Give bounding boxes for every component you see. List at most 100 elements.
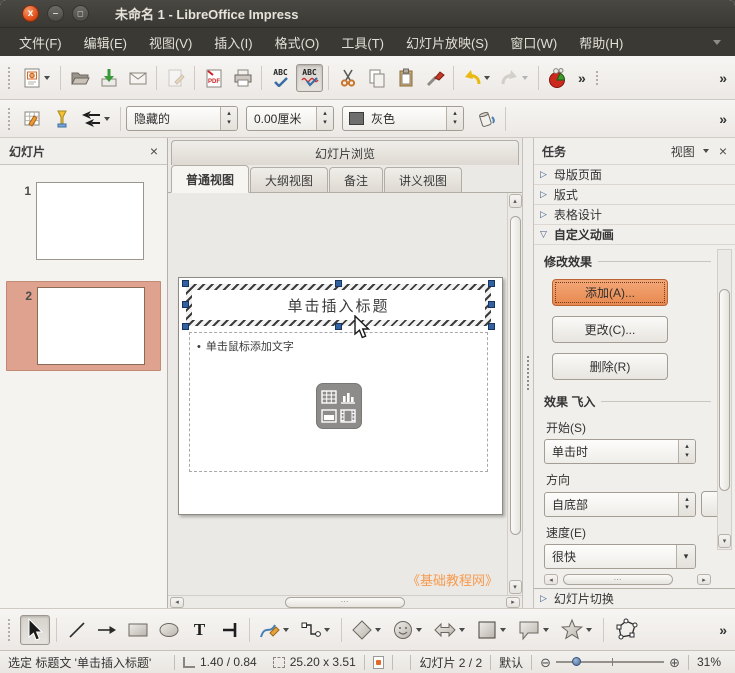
menu-help[interactable]: 帮助(H): [568, 28, 634, 57]
menu-edit[interactable]: 编辑(E): [73, 28, 138, 57]
vertical-text-tool-button[interactable]: [216, 616, 243, 644]
edit-points-button[interactable]: [610, 616, 642, 644]
splitter-grip[interactable]: [527, 356, 529, 390]
slide-canvas[interactable]: 单击插入标题 • 单击鼠标添加文字: [178, 277, 503, 515]
zoom-in-icon[interactable]: ⊕: [669, 656, 680, 669]
master-style-status[interactable]: 默认: [491, 654, 531, 671]
callouts-dropdown-icon[interactable]: [543, 627, 549, 632]
spin-down-icon[interactable]: ▾: [685, 452, 689, 460]
clone-formatting-button[interactable]: [421, 64, 448, 92]
scrollbar-track[interactable]: [509, 209, 522, 579]
line-style-combobox[interactable]: 隐藏的 ▴ ▾: [126, 106, 238, 131]
symbol-shapes-button[interactable]: [389, 616, 427, 644]
new-presentation-button[interactable]: [19, 64, 55, 92]
spin-up-icon[interactable]: ▴: [685, 496, 689, 504]
basic-shapes-dropdown-icon[interactable]: [375, 627, 381, 632]
toolbar-grip[interactable]: [595, 70, 601, 85]
area-style-button[interactable]: [472, 105, 500, 133]
start-spinner[interactable]: ▴ ▾: [678, 440, 695, 463]
block-arrows-button[interactable]: [430, 616, 470, 644]
speed-dropdown-icon[interactable]: ▾: [676, 545, 695, 568]
tasks-vertical-scrollbar[interactable]: ▾: [717, 249, 732, 550]
curve-tool-button[interactable]: [256, 616, 294, 644]
scrollbar-track[interactable]: ⋯: [186, 596, 504, 608]
title-placeholder[interactable]: 单击插入标题: [182, 280, 495, 330]
stars-button[interactable]: [557, 616, 597, 644]
grid-button[interactable]: [19, 105, 46, 133]
speed-dropdown[interactable]: 很快 ▾: [544, 544, 696, 569]
spin-down-icon[interactable]: ▾: [227, 119, 231, 127]
tab-slide-sorter[interactable]: 幻灯片浏览: [171, 140, 519, 165]
direction-spinner[interactable]: ▴ ▾: [678, 492, 695, 516]
slide-number-status[interactable]: 幻灯片 2 / 2: [411, 654, 490, 671]
undo-dropdown-icon[interactable]: [484, 75, 490, 80]
export-pdf-button[interactable]: PDF: [200, 64, 227, 92]
tasks-horizontal-scrollbar[interactable]: ◂ ⋯ ▸: [544, 573, 711, 586]
drawbar-more-icon[interactable]: »: [715, 622, 731, 638]
print-button[interactable]: [229, 64, 256, 92]
close-window-icon[interactable]: x: [22, 5, 39, 22]
toolbar-grip[interactable]: [8, 107, 13, 130]
rectangle-tool-button[interactable]: [124, 616, 152, 644]
scrollbar-thumb[interactable]: ⋯: [562, 574, 674, 585]
tasks-view-dropdown-icon[interactable]: [702, 149, 709, 153]
text-tool-button[interactable]: T: [186, 616, 213, 644]
undo-button[interactable]: [459, 64, 495, 92]
spelling-button[interactable]: ABC: [267, 64, 294, 92]
connector-tool-button[interactable]: [297, 616, 335, 644]
zoom-out-icon[interactable]: ⊖: [540, 656, 551, 669]
panel-splitter[interactable]: [522, 138, 534, 608]
flowchart-button[interactable]: [473, 616, 511, 644]
scrollbar-thumb[interactable]: ⋯: [284, 596, 406, 608]
spin-down-icon[interactable]: ▾: [453, 119, 457, 127]
line-color-spinner[interactable]: ▴ ▾: [446, 107, 463, 130]
slides-panel-close-icon[interactable]: ×: [150, 143, 158, 159]
spin-down-icon[interactable]: ▾: [685, 504, 689, 512]
toolbar-more-icon[interactable]: »: [715, 70, 731, 86]
glue-points-button[interactable]: [48, 105, 75, 133]
section-slide-transition[interactable]: ▷ 幻灯片切换: [534, 588, 735, 608]
menu-window[interactable]: 窗口(W): [499, 28, 568, 57]
insert-chart-icon[interactable]: [340, 388, 357, 405]
tasks-panel-close-icon[interactable]: ×: [719, 143, 727, 159]
section-custom-animation[interactable]: ▽ 自定义动画: [534, 224, 735, 244]
slide-thumbnail-2[interactable]: 2: [6, 281, 161, 371]
email-button[interactable]: [124, 64, 151, 92]
resize-handle-sw[interactable]: [182, 323, 189, 330]
scroll-up-icon[interactable]: ▴: [508, 194, 522, 208]
tab-notes-view[interactable]: 备注: [329, 167, 384, 192]
direction-combobox[interactable]: 自底部 ▴ ▾: [544, 491, 696, 517]
spin-up-icon[interactable]: ▴: [323, 110, 327, 118]
section-master-pages[interactable]: ▷ 母版页面: [534, 164, 735, 184]
zoom-level-status[interactable]: 31%: [689, 655, 729, 669]
menu-view[interactable]: 视图(V): [138, 28, 203, 57]
symbol-shapes-dropdown-icon[interactable]: [416, 627, 422, 632]
menu-format[interactable]: 格式(O): [264, 28, 331, 57]
curve-dropdown-icon[interactable]: [283, 627, 289, 632]
line-width-spinner[interactable]: ▴ ▾: [316, 107, 333, 130]
cursor-position-status[interactable]: 1.40 / 0.84: [175, 655, 265, 669]
add-effect-button[interactable]: 添加(A)...: [552, 279, 668, 306]
connector-dropdown-icon[interactable]: [324, 627, 330, 632]
spin-up-icon[interactable]: ▴: [227, 110, 231, 118]
flowchart-dropdown-icon[interactable]: [500, 627, 506, 632]
new-dropdown-icon[interactable]: [44, 75, 50, 80]
spin-up-icon[interactable]: ▴: [685, 443, 689, 451]
line-width-spinbox[interactable]: 0.00厘米 ▴ ▾: [246, 106, 334, 131]
tasks-view-menu[interactable]: 视图: [671, 143, 695, 160]
scroll-right-icon[interactable]: ▸: [697, 574, 711, 585]
change-effect-button[interactable]: 更改(C)...: [552, 316, 668, 343]
toolbar-overflow-icon[interactable]: »: [574, 70, 590, 86]
resize-handle-nw[interactable]: [182, 280, 189, 287]
callouts-button[interactable]: [514, 616, 554, 644]
spin-down-icon[interactable]: ▾: [323, 119, 327, 127]
content-placeholder[interactable]: • 单击鼠标添加文字: [189, 332, 488, 472]
scrollbar-thumb[interactable]: [719, 288, 730, 491]
slide-thumbnail-image[interactable]: [36, 182, 144, 260]
menu-slideshow[interactable]: 幻灯片放映(S): [395, 28, 499, 57]
arrow-style-dropdown-icon[interactable]: [104, 116, 110, 121]
arrow-tool-button[interactable]: [93, 616, 121, 644]
minimize-window-icon[interactable]: –: [47, 5, 64, 22]
paste-button[interactable]: [392, 64, 419, 92]
start-combobox[interactable]: 单击时 ▴ ▾: [544, 439, 696, 464]
